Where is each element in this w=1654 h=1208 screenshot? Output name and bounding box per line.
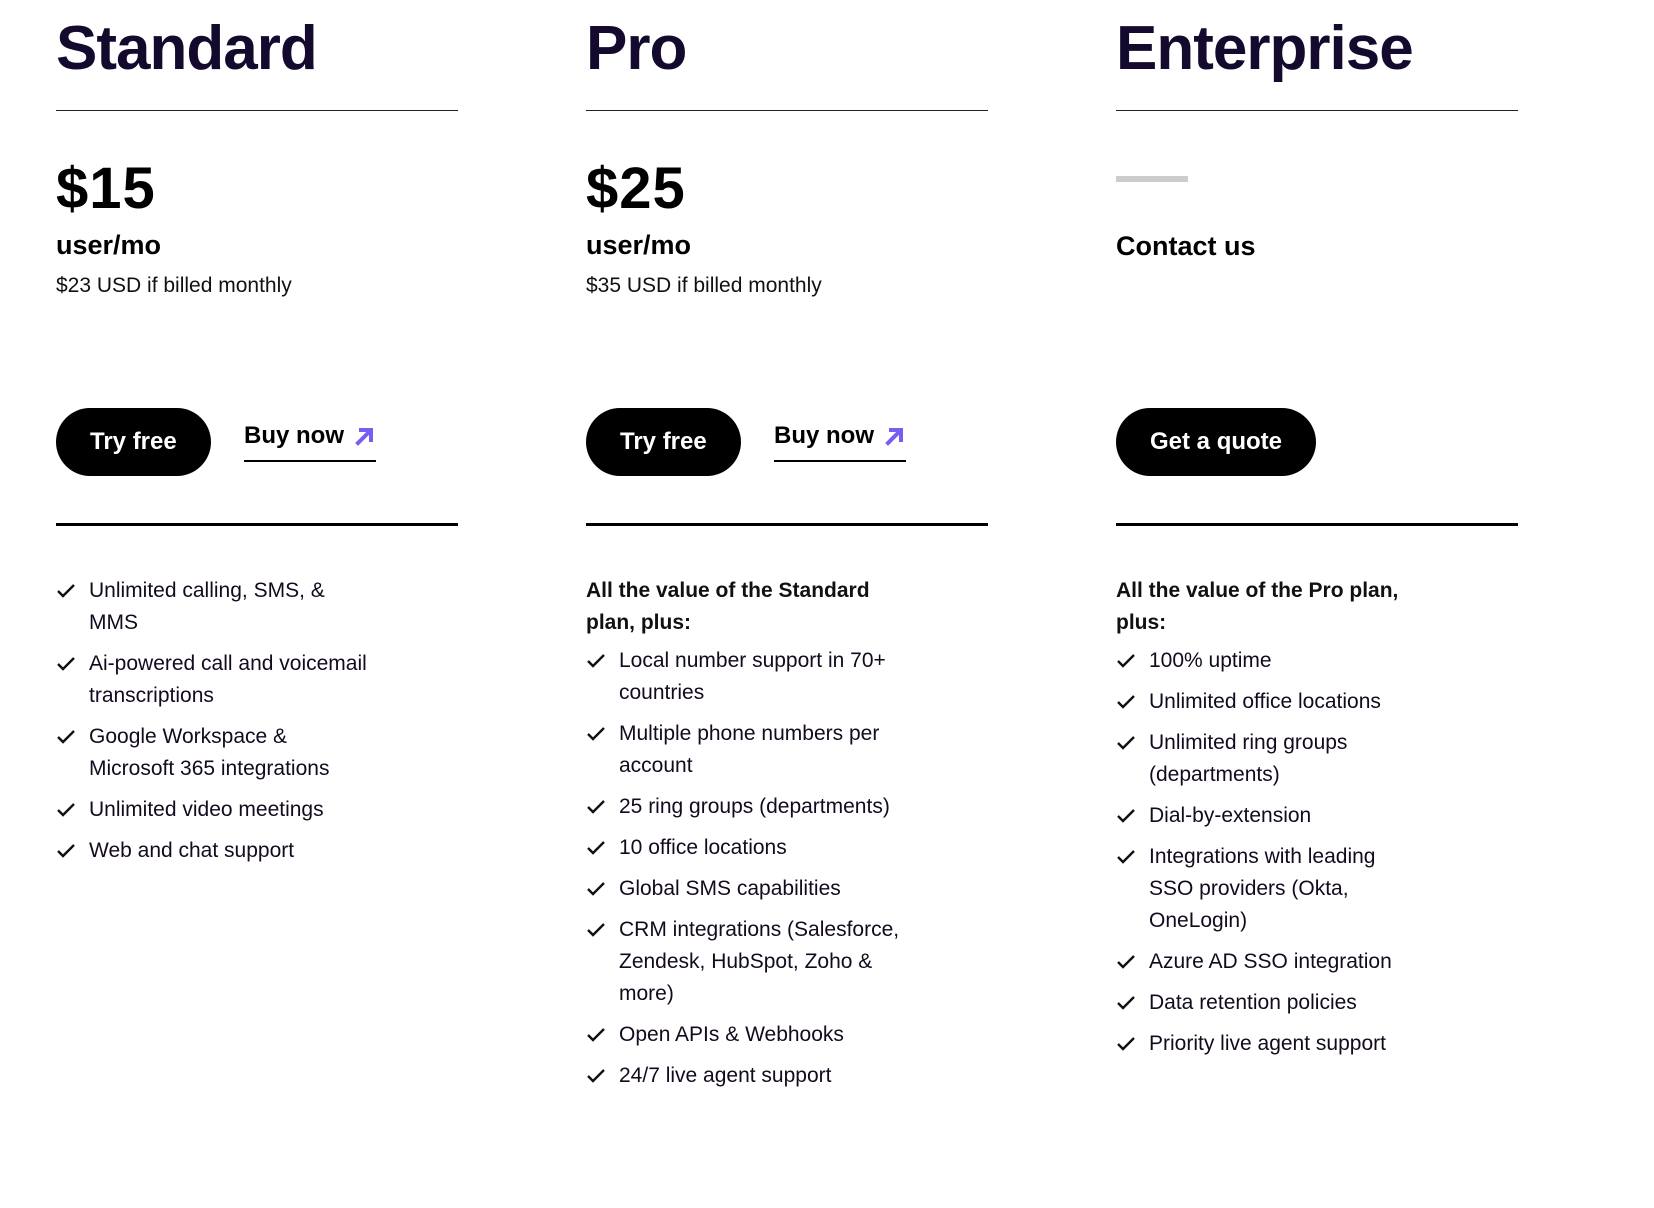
feature-text: Web and chat support <box>89 839 295 862</box>
divider <box>586 523 988 526</box>
arrow-up-right-icon <box>355 428 373 446</box>
buy-now-link[interactable]: Buy now <box>774 422 906 462</box>
feature-text: Dial-by-extension <box>1149 804 1312 827</box>
plan-title: Enterprise <box>1116 14 1414 83</box>
feature-item: 25 ring groups (departments) <box>586 791 916 823</box>
feature-text: Ai-powered call and voicemail transcript… <box>89 652 367 707</box>
feature-item: Unlimited ring groups (departments) <box>1116 727 1416 791</box>
feature-item: Integrations with leading SSO providers … <box>1116 841 1416 937</box>
monthly-price-note: $23 USD if billed monthly <box>56 274 292 297</box>
buy-now-label: Buy now <box>774 422 874 449</box>
check-icon <box>1117 996 1135 1010</box>
price-unit: user/mo <box>56 230 162 260</box>
feature-text: Unlimited office locations <box>1149 690 1381 713</box>
feature-text: Unlimited ring groups (departments) <box>1149 731 1348 786</box>
price-placeholder-dash <box>1116 176 1188 182</box>
check-icon <box>587 654 605 668</box>
check-icon <box>57 584 75 598</box>
plan-title: Pro <box>586 14 687 83</box>
contact-us-label: Contact us <box>1116 231 1256 261</box>
plan-title: Standard <box>56 14 318 83</box>
check-icon <box>57 657 75 671</box>
feature-item: CRM integrations (Salesforce, Zendesk, H… <box>586 914 916 1010</box>
feature-item: 24/7 live agent support <box>586 1060 916 1092</box>
feature-item: Ai-powered call and voicemail transcript… <box>56 648 376 712</box>
features-intro: All the value of the Standard plan, plus… <box>586 579 870 634</box>
feature-item: Open APIs & Webhooks <box>586 1019 916 1051</box>
feature-text: Data retention policies <box>1149 991 1357 1014</box>
get-a-quote-button[interactable]: Get a quote <box>1116 408 1317 476</box>
feature-text: Local number support in 70+ countries <box>619 649 886 704</box>
monthly-price-note: $35 USD if billed monthly <box>586 274 822 297</box>
feature-text: CRM integrations (Salesforce, Zendesk, H… <box>619 918 900 1005</box>
plan-price: $25 <box>586 156 686 221</box>
feature-section: Unlimited calling, SMS, & MMS Ai-powered… <box>56 575 436 876</box>
divider <box>56 110 458 111</box>
check-icon <box>1117 654 1135 668</box>
feature-item: Global SMS capabilities <box>586 873 916 905</box>
check-icon <box>1117 1037 1135 1051</box>
try-free-button[interactable]: Try free <box>56 408 211 476</box>
feature-item: Priority live agent support <box>1116 1028 1416 1060</box>
check-icon <box>1117 850 1135 864</box>
check-icon <box>587 727 605 741</box>
check-icon <box>587 1069 605 1083</box>
feature-text: 10 office locations <box>619 836 787 859</box>
feature-item: Unlimited office locations <box>1116 686 1416 718</box>
arrow-up-right-icon <box>885 428 903 446</box>
feature-list: Local number support in 70+ countries Mu… <box>586 645 966 1092</box>
feature-list: 100% uptime Unlimited office locations U… <box>1116 645 1496 1060</box>
feature-item: 100% uptime <box>1116 645 1416 677</box>
feature-text: Unlimited video meetings <box>89 798 324 821</box>
check-icon <box>587 800 605 814</box>
check-icon <box>1117 809 1135 823</box>
check-icon <box>57 803 75 817</box>
feature-text: 100% uptime <box>1149 649 1272 672</box>
features-intro: All the value of the Pro plan, plus: <box>1116 579 1399 634</box>
check-icon <box>57 730 75 744</box>
feature-list: Unlimited calling, SMS, & MMS Ai-powered… <box>56 575 436 867</box>
feature-item: Local number support in 70+ countries <box>586 645 916 709</box>
feature-item: Unlimited calling, SMS, & MMS <box>56 575 376 639</box>
divider <box>1116 523 1518 526</box>
feature-text: Google Workspace & Microsoft 365 integra… <box>89 725 330 780</box>
feature-text: Unlimited calling, SMS, & MMS <box>89 579 325 634</box>
try-free-button[interactable]: Try free <box>586 408 741 476</box>
plan-price: $15 <box>56 156 156 221</box>
feature-text: Global SMS capabilities <box>619 877 841 900</box>
feature-text: Azure AD SSO integration <box>1149 950 1392 973</box>
buy-now-link[interactable]: Buy now <box>244 422 376 462</box>
feature-text: Open APIs & Webhooks <box>619 1023 844 1046</box>
feature-text: 24/7 live agent support <box>619 1064 832 1087</box>
feature-item: Azure AD SSO integration <box>1116 946 1416 978</box>
feature-text: Integrations with leading SSO providers … <box>1149 845 1376 932</box>
feature-text: 25 ring groups (departments) <box>619 795 890 818</box>
feature-section: All the value of the Standard plan, plus… <box>586 575 966 1101</box>
divider <box>586 110 988 111</box>
feature-item: Google Workspace & Microsoft 365 integra… <box>56 721 376 785</box>
check-icon <box>587 1028 605 1042</box>
feature-item: Unlimited video meetings <box>56 794 376 826</box>
check-icon <box>587 882 605 896</box>
feature-item: Dial-by-extension <box>1116 800 1416 832</box>
check-icon <box>1117 736 1135 750</box>
price-unit: user/mo <box>586 230 692 260</box>
feature-item: Data retention policies <box>1116 987 1416 1019</box>
divider <box>1116 110 1518 111</box>
check-icon <box>1117 695 1135 709</box>
feature-text: Multiple phone numbers per account <box>619 722 880 777</box>
feature-text: Priority live agent support <box>1149 1032 1386 1055</box>
divider <box>56 523 458 526</box>
check-icon <box>1117 955 1135 969</box>
feature-section: All the value of the Pro plan, plus: 100… <box>1116 575 1496 1069</box>
feature-item: Multiple phone numbers per account <box>586 718 916 782</box>
feature-item: Web and chat support <box>56 835 376 867</box>
feature-item: 10 office locations <box>586 832 916 864</box>
check-icon <box>57 844 75 858</box>
buy-now-label: Buy now <box>244 422 344 449</box>
check-icon <box>587 923 605 937</box>
check-icon <box>587 841 605 855</box>
